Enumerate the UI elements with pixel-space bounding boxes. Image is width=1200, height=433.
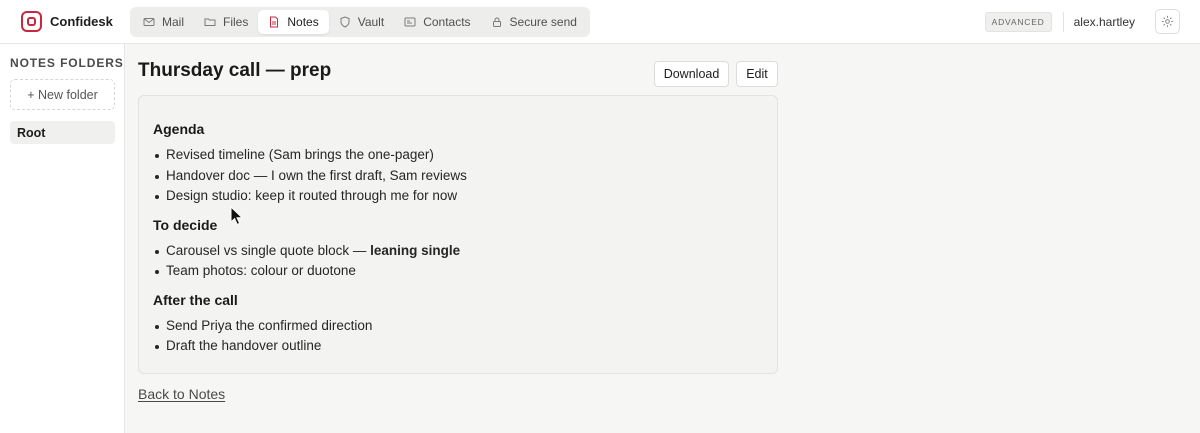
nav-contacts[interactable]: Contacts	[394, 10, 480, 34]
lock-icon	[492, 17, 501, 27]
section-heading: Agenda	[153, 121, 205, 137]
gear-icon	[1161, 15, 1174, 28]
nav-mail[interactable]: Mail	[133, 10, 194, 34]
list-item: Design studio: keep it routed through me…	[153, 186, 763, 207]
list-item: Draft the handover outline	[153, 336, 763, 357]
note-body: Agenda Revised timeline (Sam brings the …	[153, 119, 763, 365]
new-folder-button[interactable]: + New folder	[10, 79, 115, 110]
nav-label: Secure send	[509, 14, 577, 29]
main-nav: Mail Files Notes Vault Contacts Secure s…	[130, 6, 590, 37]
folder-icon	[204, 18, 216, 26]
mouse-pointer-icon	[230, 206, 244, 226]
top-bar: Confidesk Mail Files Notes Vault Contact…	[0, 0, 1200, 44]
username[interactable]: alex.hartley	[1074, 15, 1135, 29]
list-item: Send Priya the confirmed direction	[153, 316, 763, 337]
nav-files[interactable]: Files	[194, 10, 258, 34]
note-card: Agenda Revised timeline (Sam brings the …	[138, 95, 778, 374]
plan-badge: ADVANCED	[984, 11, 1052, 32]
contact-card-icon	[404, 17, 416, 26]
nav-label: Mail	[162, 14, 185, 29]
nav-label: Contacts	[423, 14, 471, 29]
bullet-list: Carousel vs single quote block — leaning…	[153, 241, 763, 282]
note-title: Thursday call — prep	[138, 60, 332, 81]
note-icon	[270, 16, 279, 27]
section-heading: To decide	[153, 216, 218, 233]
back-to-notes-link[interactable]: Back to Notes	[138, 386, 225, 402]
user-area: ADVANCED alex.hartley	[984, 9, 1180, 34]
list-item-emphasis: leaning single	[370, 242, 461, 258]
nav-label: Vault	[357, 14, 385, 29]
shield-icon	[340, 15, 350, 28]
nav-label: Files	[223, 14, 249, 29]
settings-button[interactable]	[1155, 9, 1180, 34]
list-item: Team photos: colour or duotone	[153, 261, 763, 282]
nav-label: Notes	[287, 14, 319, 29]
section-heading: After the call	[153, 291, 238, 308]
nav-secure-send[interactable]: Secure send	[481, 10, 587, 34]
confidesk-logo-icon	[21, 11, 42, 32]
notes-sidebar: NOTES FOLDERS + New folder Root	[0, 44, 125, 433]
sidebar-title: NOTES FOLDERS	[10, 56, 124, 70]
bullet-list: Revised timeline (Sam brings the one-pag…	[153, 145, 763, 207]
list-item-text: Carousel vs single quote block —	[166, 242, 371, 258]
edit-button[interactable]: Edit	[736, 61, 778, 87]
app-name: Confidesk	[50, 14, 113, 29]
divider	[1062, 11, 1064, 32]
mail-icon	[143, 17, 155, 26]
nav-notes[interactable]: Notes	[258, 9, 329, 34]
brand[interactable]: Confidesk	[21, 11, 130, 32]
list-item: Carousel vs single quote block — leaning…	[153, 241, 763, 262]
bullet-list: Send Priya the confirmed direction Draft…	[153, 316, 763, 357]
nav-vault[interactable]: Vault	[329, 10, 394, 34]
download-button[interactable]: Download	[654, 61, 729, 87]
list-item: Revised timeline (Sam brings the one-pag…	[153, 145, 763, 166]
list-item: Handover doc — I own the first draft, Sa…	[153, 166, 763, 187]
folder-item-root[interactable]: Root	[10, 121, 115, 144]
